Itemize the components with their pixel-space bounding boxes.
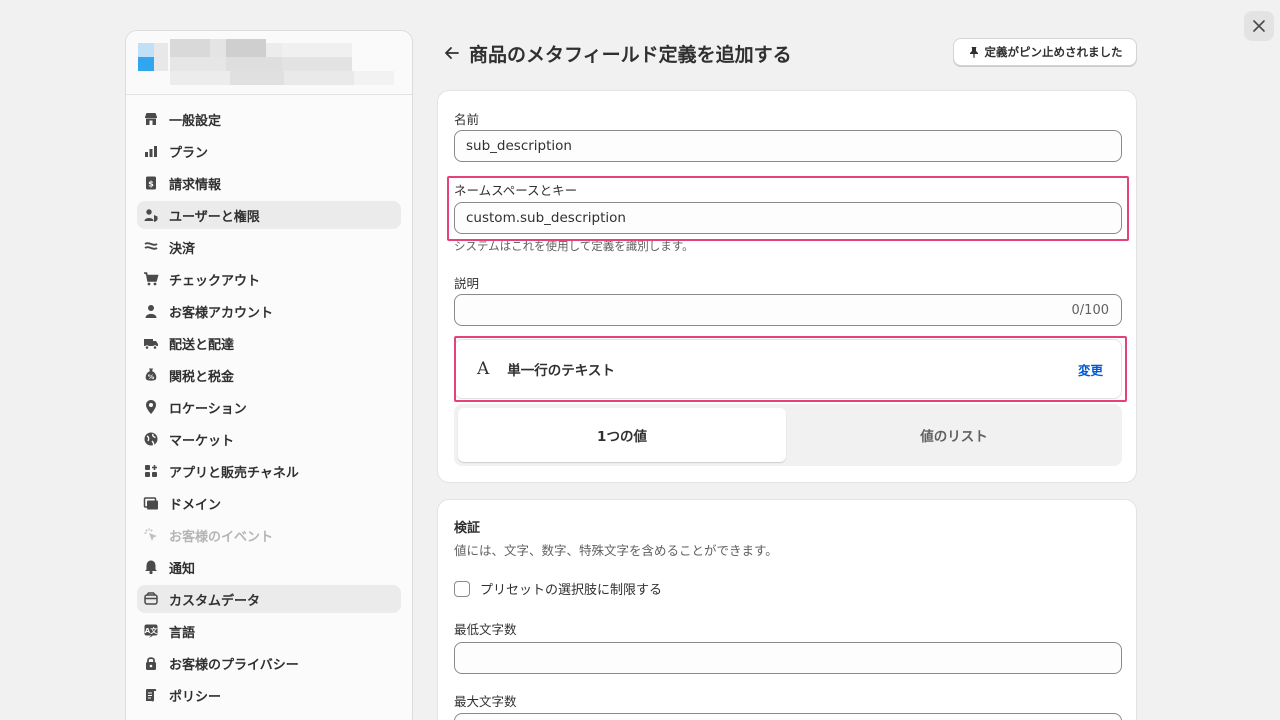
description-input[interactable]: 0/100 <box>454 294 1122 326</box>
sidebar-item-label: 通知 <box>169 561 196 577</box>
settings-sidebar: 一般設定プラン $ 請求情報ユーザーと権限 決済チェックアウト お客様アカウント 配送と配… <box>125 30 413 720</box>
preset-choices-label: プリセットの選択肢に制限する <box>480 583 663 598</box>
name-label: 名前 <box>454 112 480 127</box>
sidebar-item-18[interactable]: ポリシー <box>137 681 401 709</box>
namespace-help-text: システムはこれを使用して定義を識別します。 <box>454 239 694 253</box>
preset-choices-checkbox[interactable] <box>454 580 470 597</box>
sidebar-item-label: お客様のイベント <box>169 529 274 545</box>
description-label: 説明 <box>454 276 480 291</box>
validation-card: 検証 値には、文字、数字、特殊文字を含めることができます。 プリセットの選択肢に… <box>437 499 1137 720</box>
sidebar-item-label: 配送と配達 <box>169 337 235 353</box>
database-icon <box>143 591 159 607</box>
sidebar-item-11[interactable]: アプリと販売チャネル <box>137 457 401 485</box>
sidebar-item-4[interactable]: 決済 <box>137 233 401 261</box>
sidebar-item-label: 言語 <box>169 625 196 641</box>
sidebar-item-label: 一般設定 <box>169 113 222 129</box>
apps-icon <box>143 463 159 479</box>
sidebar-item-9[interactable]: ロケーション <box>137 393 401 421</box>
definition-card: 名前 sub_description ネームスペースとキー custom.sub… <box>437 90 1137 483</box>
type-selector-row: A 単一行のテキスト 変更 <box>454 339 1122 399</box>
sidebar-item-6[interactable]: お客様アカウント <box>137 297 401 325</box>
name-input-value: sub_description <box>466 138 572 154</box>
sidebar-item-label: チェックアウト <box>169 273 261 289</box>
sidebar-item-label: アプリと販売チャネル <box>169 465 299 481</box>
svg-text:%: % <box>148 373 155 381</box>
lock-icon <box>143 655 159 671</box>
cart-icon <box>143 271 159 287</box>
sidebar-item-5[interactable]: チェックアウト <box>137 265 401 293</box>
preset-choices-row: プリセットの選択肢に制限する <box>454 579 662 598</box>
name-input[interactable]: sub_description <box>454 130 1122 162</box>
max-length-label: 最大文字数 <box>454 694 517 709</box>
list-of-values-option[interactable]: 値のリスト <box>790 408 1118 462</box>
namespace-input-value: custom.sub_description <box>466 210 626 226</box>
sidebar-item-label: 請求情報 <box>169 177 222 193</box>
settings-nav: 一般設定プラン $ 請求情報ユーザーと権限 決済チェックアウト お客様アカウント 配送と配… <box>126 95 412 709</box>
close-icon <box>1253 20 1265 32</box>
payments-icon <box>143 239 159 255</box>
sidebar-item-label: カスタムデータ <box>169 593 261 609</box>
page-title: 商品のメタフィールド定義を追加する <box>469 43 792 66</box>
sidebar-item-3[interactable]: ユーザーと権限 <box>137 201 401 229</box>
sidebar-item-0[interactable]: 一般設定 <box>137 105 401 133</box>
svg-text:$: $ <box>148 180 154 189</box>
language-icon: A文 <box>143 623 159 639</box>
truck-icon <box>143 335 159 351</box>
sidebar-item-2[interactable]: $ 請求情報 <box>137 169 401 197</box>
change-type-link[interactable]: 変更 <box>1078 360 1103 379</box>
min-length-input[interactable] <box>454 642 1122 674</box>
sidebar-item-label: ユーザーと権限 <box>169 209 260 225</box>
text-type-icon: A <box>477 359 490 379</box>
svg-text:A文: A文 <box>145 626 158 635</box>
validation-description: 値には、文字、数字、特殊文字を含めることができます。 <box>454 543 778 558</box>
sidebar-item-14[interactable]: 通知 <box>137 553 401 581</box>
pinned-definition-button[interactable]: 定義がピン止めされました <box>953 38 1137 66</box>
sidebar-item-16[interactable]: A文 言語 <box>137 617 401 645</box>
sidebar-item-label: ドメイン <box>169 497 222 513</box>
sidebar-item-15[interactable]: カスタムデータ <box>137 585 401 613</box>
billing-icon: $ <box>143 175 159 191</box>
policy-icon <box>143 687 159 703</box>
namespace-label: ネームスペースとキー <box>454 183 578 198</box>
pin-button-label: 定義がピン止めされました <box>984 45 1123 59</box>
person-icon <box>143 303 159 319</box>
sidebar-item-label: お客様アカウント <box>169 305 274 321</box>
namespace-input[interactable]: custom.sub_description <box>454 202 1122 234</box>
description-counter: 0/100 <box>1071 303 1109 318</box>
pin-icon <box>969 47 978 58</box>
sidebar-item-10[interactable]: マーケット <box>137 425 401 453</box>
min-length-label: 最低文字数 <box>454 622 517 637</box>
cursor-click-icon <box>143 527 159 543</box>
sidebar-item-7[interactable]: 配送と配達 <box>137 329 401 357</box>
sidebar-item-label: ロケーション <box>169 401 247 417</box>
sidebar-item-label: 決済 <box>169 241 196 257</box>
sidebar-item-label: プラン <box>169 145 209 161</box>
sidebar-item-label: ポリシー <box>169 689 222 705</box>
sidebar-item-label: お客様のプライバシー <box>169 657 299 673</box>
bell-icon <box>143 559 159 575</box>
store-icon <box>143 111 159 127</box>
domain-icon <box>143 495 159 511</box>
max-length-input[interactable] <box>454 713 1122 720</box>
location-pin-icon <box>143 399 159 415</box>
single-value-option[interactable]: 1つの値 <box>458 408 786 462</box>
sidebar-item-12[interactable]: ドメイン <box>137 489 401 517</box>
back-arrow-icon[interactable] <box>443 44 461 62</box>
value-cardinality-toggle: 1つの値 値のリスト <box>454 404 1122 466</box>
type-name: 単一行のテキスト <box>507 363 615 379</box>
sidebar-item-label: 関税と税金 <box>169 369 235 385</box>
sidebar-item-13[interactable]: お客様のイベント <box>137 521 401 549</box>
sidebar-item-label: マーケット <box>169 433 235 449</box>
sidebar-item-17[interactable]: お客様のプライバシー <box>137 649 401 677</box>
globe-icon <box>143 431 159 447</box>
tax-bag-icon: % <box>143 367 159 383</box>
store-header-blurred[interactable] <box>126 31 412 95</box>
users-icon <box>143 207 159 223</box>
validation-title: 検証 <box>454 521 481 536</box>
close-button[interactable] <box>1244 11 1274 41</box>
sidebar-item-1[interactable]: プラン <box>137 137 401 165</box>
plan-chart-icon <box>143 143 159 159</box>
sidebar-item-8[interactable]: % 関税と税金 <box>137 361 401 389</box>
